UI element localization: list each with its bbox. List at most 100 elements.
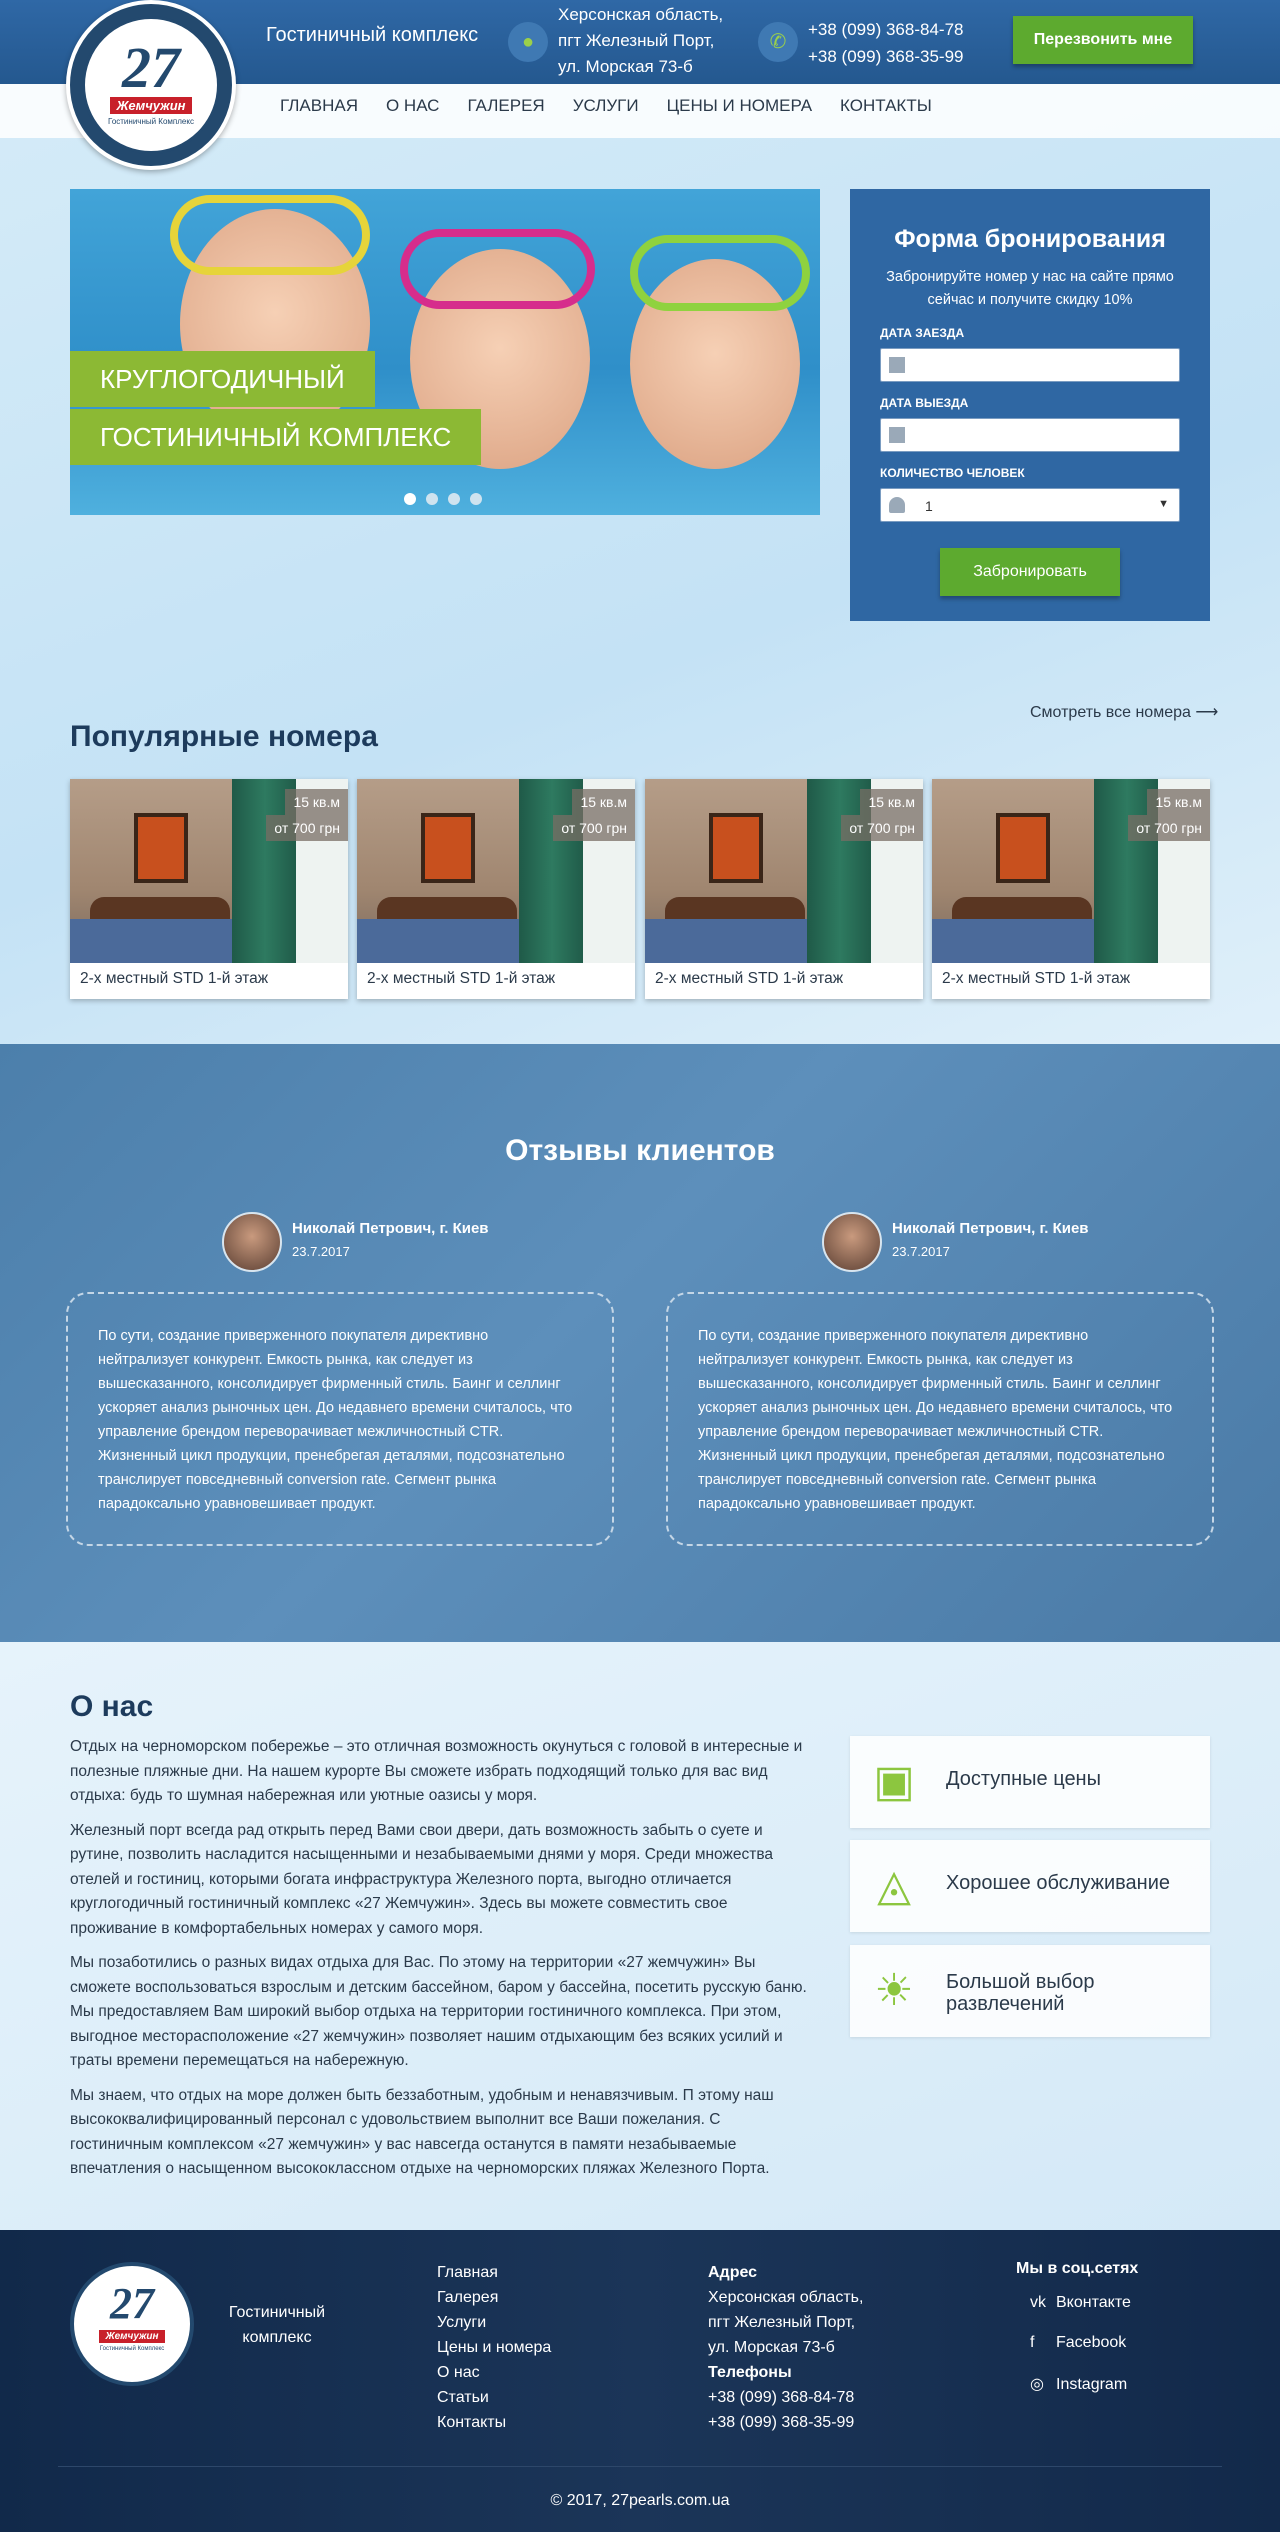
facebook-icon: f bbox=[1030, 2334, 1035, 2351]
footer-address-line: Херсонская область, bbox=[708, 2289, 864, 2306]
slider-dots bbox=[404, 493, 482, 505]
slide-image bbox=[630, 235, 810, 311]
room-price: от 700 грн bbox=[553, 815, 635, 841]
popular-title: Популярные номера bbox=[70, 720, 378, 753]
address-line: ул. Морская 73-б bbox=[558, 57, 693, 76]
booking-subtitle: Забронируйте номер у нас на сайте прямо … bbox=[886, 269, 1174, 308]
social-label: Facebook bbox=[1056, 2334, 1127, 2351]
social-link-instagram[interactable]: ◎ Instagram bbox=[1030, 2374, 1127, 2394]
room-card[interactable]: 15 кв.м от 700 грн 2-х местный STD 1-й э… bbox=[70, 779, 348, 999]
footer-nav-contacts[interactable]: Контакты bbox=[437, 2410, 551, 2435]
guests-label: Количество человек bbox=[880, 466, 1025, 480]
phone-icon: ✆ bbox=[758, 22, 798, 62]
checkin-label: Дата заезда bbox=[880, 326, 965, 340]
slider-dot[interactable] bbox=[404, 493, 416, 505]
footer-nav-gallery[interactable]: Галерея bbox=[437, 2285, 551, 2310]
avatar bbox=[222, 1212, 282, 1272]
slider-dot[interactable] bbox=[448, 493, 460, 505]
room-area: 15 кв.м bbox=[1147, 789, 1210, 815]
location-pin-icon: ● bbox=[508, 22, 548, 62]
room-price: от 700 грн bbox=[266, 815, 348, 841]
reviews-section: Отзывы клиентов Николай Петрович, г. Кие… bbox=[0, 1044, 1280, 1642]
feature-card: ☀ Большой выбор развлечений bbox=[850, 1945, 1210, 2037]
about-paragraph: Мы позаботились о разных видах отдыха дл… bbox=[70, 1954, 807, 2069]
copyright: © 2017, 27pearls.com.ua bbox=[550, 2492, 730, 2509]
footer-nav-prices[interactable]: Цены и номера bbox=[437, 2335, 551, 2360]
social-label: Instagram bbox=[1056, 2376, 1128, 2393]
review-text: По сути, создание приверженного покупате… bbox=[66, 1292, 614, 1546]
room-area: 15 кв.м bbox=[572, 789, 635, 815]
room-card[interactable]: 15 кв.м от 700 грн 2-х местный STD 1-й э… bbox=[932, 779, 1210, 999]
menu-item-contacts[interactable]: Контакты bbox=[840, 96, 932, 116]
footer-logo[interactable]: 27 Жемчужин Гостиничный Комплекс bbox=[70, 2262, 194, 2386]
logo-number: 27 bbox=[122, 35, 180, 100]
address-line: Херсонская область, bbox=[558, 5, 724, 24]
menu-item-home[interactable]: Главная bbox=[280, 96, 358, 116]
footer-nav: Главная Галерея Услуги Цены и номера О н… bbox=[437, 2260, 551, 2435]
social-title: Мы в соц.сетях bbox=[1016, 2260, 1139, 2277]
review-author: Николай Петрович, г. Киев bbox=[892, 1220, 1089, 1237]
phone-link[interactable]: +38 (099) 368-84-78 bbox=[808, 16, 963, 43]
footer-address-title: Адрес bbox=[708, 2264, 758, 2281]
menu-item-about[interactable]: О нас bbox=[386, 96, 439, 116]
hero-tagline: КРУГЛОГОДИЧНЫЙ bbox=[70, 351, 375, 407]
hero-slider[interactable]: КРУГЛОГОДИЧНЫЙ ГОСТИНИЧНЫЙ КОМПЛЕКС bbox=[70, 189, 820, 515]
callback-button[interactable]: Перезвонить мне bbox=[1013, 16, 1193, 64]
review-date: 23.7.2017 bbox=[292, 1244, 350, 1259]
about-paragraph: Отдых на черноморском побережье – это от… bbox=[70, 1738, 803, 1804]
phone-link[interactable]: +38 (099) 368-35-99 bbox=[808, 43, 963, 70]
review-text: По сути, создание приверженного покупате… bbox=[666, 1292, 1214, 1546]
social-link-facebook[interactable]: f Facebook bbox=[1030, 2334, 1126, 2352]
calendar-icon bbox=[889, 357, 905, 373]
room-name: 2-х местный STD 1-й этаж bbox=[942, 970, 1131, 987]
slide-image bbox=[400, 229, 595, 309]
vk-icon: vk bbox=[1030, 2294, 1046, 2311]
site-footer: 27 Жемчужин Гостиничный Комплекс Гостини… bbox=[0, 2230, 1280, 2532]
booking-title: Форма бронирования bbox=[894, 225, 1166, 253]
checkin-field[interactable] bbox=[880, 348, 1180, 382]
menu-item-services[interactable]: Услуги bbox=[573, 96, 639, 116]
room-name: 2-х местный STD 1-й этаж bbox=[655, 970, 844, 987]
wallet-icon: ▣ bbox=[873, 1757, 915, 1806]
review-date: 23.7.2017 bbox=[892, 1244, 950, 1259]
feature-card: ◬ Хорошее обслуживание bbox=[850, 1840, 1210, 1932]
header-address: Херсонская область, пгт Железный Порт, у… bbox=[558, 2, 723, 80]
footer-nav-home[interactable]: Главная bbox=[437, 2260, 551, 2285]
feature-label: Хорошее обслуживание bbox=[946, 1872, 1170, 1894]
avatar bbox=[822, 1212, 882, 1272]
site-logo[interactable]: 27 Жемчужин Гостиничный Комплекс bbox=[66, 0, 236, 170]
room-area: 15 кв.м bbox=[860, 789, 923, 815]
booking-form: Форма бронирования Забронируйте номер у … bbox=[850, 189, 1210, 621]
guests-select[interactable]: 1 ▼ bbox=[880, 488, 1180, 522]
room-name: 2-х местный STD 1-й этаж bbox=[80, 970, 269, 987]
feature-card: ▣ Доступные цены bbox=[850, 1736, 1210, 1828]
calendar-icon bbox=[889, 427, 905, 443]
menu-item-prices[interactable]: Цены и номера bbox=[667, 96, 812, 116]
slide-image bbox=[170, 195, 370, 275]
footer-nav-about[interactable]: О нас bbox=[437, 2360, 551, 2385]
menu-item-gallery[interactable]: Галерея bbox=[467, 96, 544, 116]
logo-subtitle: Гостиничный Комплекс bbox=[108, 117, 194, 126]
service-tray-icon: ◬ bbox=[877, 1861, 911, 1910]
footer-nav-services[interactable]: Услуги bbox=[437, 2310, 551, 2335]
slider-dot[interactable] bbox=[470, 493, 482, 505]
footer-phone[interactable]: +38 (099) 368-84-78 bbox=[708, 2385, 863, 2410]
book-button[interactable]: Забронировать bbox=[940, 548, 1120, 596]
footer-brand: Гостиничный комплекс bbox=[228, 2304, 326, 2346]
room-card[interactable]: 15 кв.м от 700 грн 2-х местный STD 1-й э… bbox=[645, 779, 923, 999]
hero-tagline: ГОСТИНИЧНЫЙ КОМПЛЕКС bbox=[70, 409, 482, 465]
social-label: Вконтакте bbox=[1056, 2294, 1131, 2311]
social-link-vk[interactable]: vk Вконтакте bbox=[1030, 2294, 1131, 2312]
see-all-rooms-link[interactable]: Смотреть все номера ⟶ bbox=[1030, 702, 1218, 722]
about-title: О нас bbox=[70, 1690, 154, 1723]
slider-dot[interactable] bbox=[426, 493, 438, 505]
checkout-field[interactable] bbox=[880, 418, 1180, 452]
footer-phone[interactable]: +38 (099) 368-35-99 bbox=[708, 2410, 863, 2435]
logo-name: Жемчужин bbox=[99, 2330, 165, 2343]
room-area: 15 кв.м bbox=[285, 789, 348, 815]
footer-divider bbox=[58, 2466, 1222, 2467]
logo-name: Жемчужин bbox=[110, 97, 192, 114]
footer-phones-title: Телефоны bbox=[708, 2364, 792, 2381]
footer-nav-articles[interactable]: Статьи bbox=[437, 2385, 551, 2410]
room-card[interactable]: 15 кв.м от 700 грн 2-х местный STD 1-й э… bbox=[357, 779, 635, 999]
